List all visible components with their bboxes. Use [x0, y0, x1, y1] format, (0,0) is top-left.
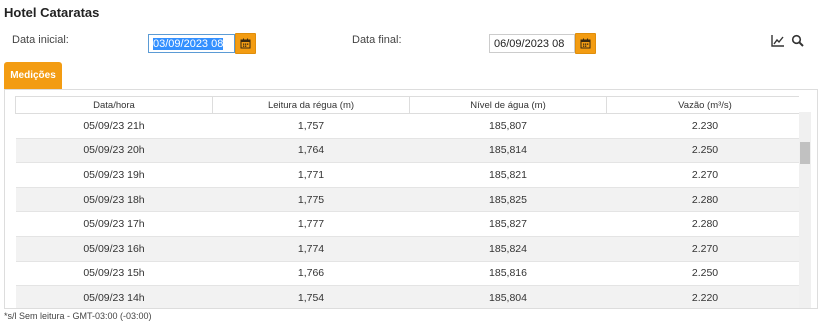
cell-water-level: 185,816 — [409, 261, 607, 287]
cell-datetime: 05/09/23 14h — [15, 285, 213, 308]
line-chart-icon[interactable] — [771, 34, 785, 48]
measurements-table: Data/hora Leitura da régua (m) Nível de … — [15, 96, 799, 308]
cell-gauge-reading: 1,771 — [212, 162, 410, 188]
table-row[interactable]: 05/09/23 17h 1,777 185,827 2.280 — [15, 211, 799, 237]
cell-water-level: 185,824 — [409, 236, 607, 262]
cell-gauge-reading: 1,766 — [212, 261, 410, 287]
cell-flow: 2.270 — [606, 236, 799, 262]
column-header-water-level[interactable]: Nível de água (m) — [409, 96, 607, 114]
table-vertical-scrollbar[interactable] — [799, 112, 811, 308]
cell-datetime: 05/09/23 19h — [15, 162, 213, 188]
cell-flow: 2.250 — [606, 138, 799, 164]
cell-datetime: 05/09/23 16h — [15, 236, 213, 262]
cell-flow: 2.220 — [606, 285, 799, 308]
cell-datetime: 05/09/23 20h — [15, 138, 213, 164]
end-date-label: Data final: — [352, 34, 402, 46]
cell-flow: 2.270 — [606, 162, 799, 188]
tab-medicoes[interactable]: Medições — [4, 62, 62, 89]
cell-flow: 2.250 — [606, 261, 799, 287]
measurements-table-container: Data/hora Leitura da régua (m) Nível de … — [15, 96, 799, 308]
column-header-datetime[interactable]: Data/hora — [15, 96, 213, 114]
page-title: Hotel Cataratas — [4, 5, 100, 20]
measurements-panel: Data/hora Leitura da régua (m) Nível de … — [4, 89, 818, 309]
cell-datetime: 05/09/23 21h — [15, 113, 213, 139]
start-date-label: Data inicial: — [12, 34, 69, 46]
search-icon[interactable] — [791, 34, 805, 48]
column-header-gauge-reading[interactable]: Leitura da régua (m) — [212, 96, 410, 114]
table-row[interactable]: 05/09/23 15h 1,766 185,816 2.250 — [15, 261, 799, 287]
cell-datetime: 05/09/23 17h — [15, 211, 213, 237]
cell-water-level: 185,825 — [409, 187, 607, 213]
table-row[interactable]: 05/09/23 18h 1,775 185,825 2.280 — [15, 187, 799, 213]
end-date-input[interactable] — [489, 34, 575, 53]
table-row[interactable]: 05/09/23 19h 1,771 185,821 2.270 — [15, 162, 799, 188]
cell-gauge-reading: 1,775 — [212, 187, 410, 213]
cell-gauge-reading: 1,754 — [212, 285, 410, 308]
table-row[interactable]: 05/09/23 20h 1,764 185,814 2.250 — [15, 138, 799, 164]
footnote: *s/l Sem leitura - GMT-03:00 (-03:00) — [4, 311, 152, 321]
column-header-flow[interactable]: Vazão (m³/s) — [606, 96, 799, 114]
table-row[interactable]: 05/09/23 14h 1,754 185,804 2.220 — [15, 285, 799, 308]
cell-gauge-reading: 1,774 — [212, 236, 410, 262]
cell-gauge-reading: 1,777 — [212, 211, 410, 237]
start-date-calendar-button[interactable] — [235, 33, 256, 54]
cell-water-level: 185,827 — [409, 211, 607, 237]
cell-datetime: 05/09/23 18h — [15, 187, 213, 213]
cell-gauge-reading: 1,757 — [212, 113, 410, 139]
table-row[interactable]: 05/09/23 16h 1,774 185,824 2.270 — [15, 236, 799, 262]
calendar-icon — [240, 38, 251, 49]
scrollbar-thumb[interactable] — [800, 142, 810, 164]
table-row[interactable]: 05/09/23 21h 1,757 185,807 2.230 — [15, 113, 799, 139]
cell-datetime: 05/09/23 15h — [15, 261, 213, 287]
cell-water-level: 185,804 — [409, 285, 607, 308]
cell-flow: 2.280 — [606, 187, 799, 213]
cell-gauge-reading: 1,764 — [212, 138, 410, 164]
cell-flow: 2.230 — [606, 113, 799, 139]
cell-water-level: 185,807 — [409, 113, 607, 139]
start-date-input[interactable] — [148, 34, 235, 53]
cell-flow: 2.280 — [606, 211, 799, 237]
end-date-calendar-button[interactable] — [575, 33, 596, 54]
cell-water-level: 185,814 — [409, 138, 607, 164]
calendar-icon — [580, 38, 591, 49]
cell-water-level: 185,821 — [409, 162, 607, 188]
